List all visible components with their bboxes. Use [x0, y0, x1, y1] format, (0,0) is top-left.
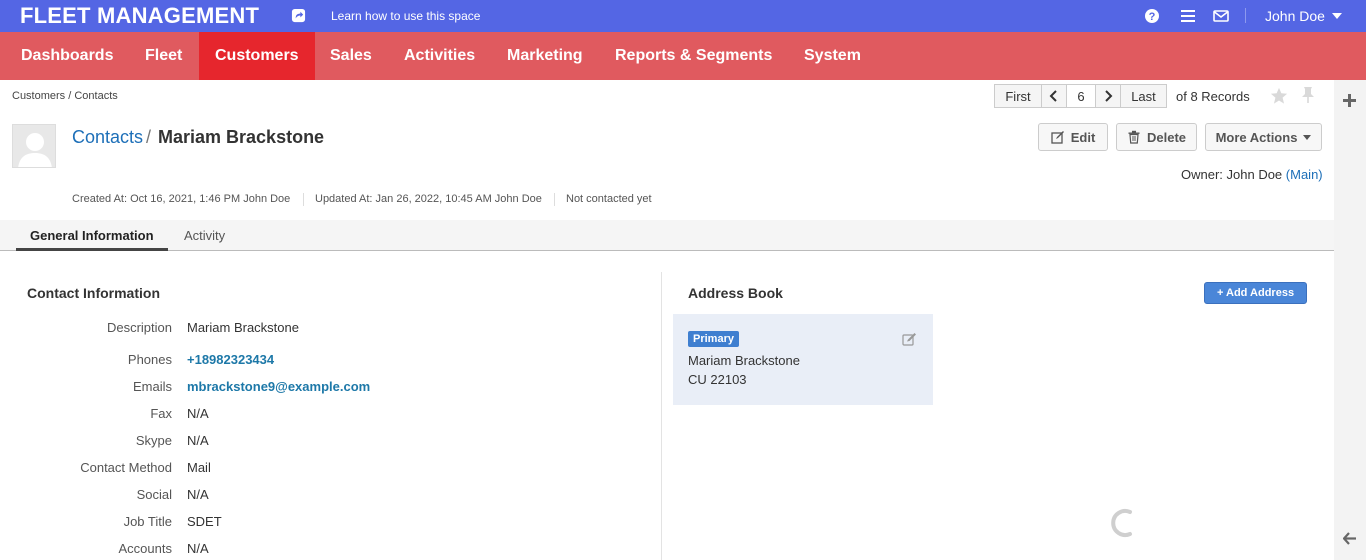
menu-item-marketing[interactable]: Marketing — [491, 32, 599, 80]
primary-badge: Primary — [688, 331, 739, 347]
menu-item-customers[interactable]: Customers — [199, 32, 315, 80]
contact-status: Not contacted yet — [566, 193, 652, 205]
address-line: CU 22103 — [688, 372, 747, 387]
arrow-left-icon[interactable] — [1343, 532, 1356, 545]
chevron-down-icon[interactable] — [1332, 13, 1342, 19]
contact-method-label: Contact Method — [80, 460, 172, 475]
description-label: Description — [106, 320, 172, 335]
accounts-value: N/A — [187, 541, 209, 556]
add-address-button[interactable]: + Add Address — [1204, 282, 1307, 304]
social-label: Social — [136, 487, 172, 502]
tab-bar: General Information Activity — [0, 220, 1334, 251]
column-divider — [661, 272, 662, 560]
delete-button-label: Delete — [1146, 129, 1187, 145]
menu-item-fleet[interactable]: Fleet — [129, 32, 198, 80]
menu-item-sales[interactable]: Sales — [314, 32, 388, 80]
records-count: of 8 Records — [1176, 89, 1250, 104]
job-title-label: Job Title — [123, 514, 172, 529]
top-bar: FLEET MANAGEMENT Learn how to use this s… — [0, 0, 1366, 32]
pager-next-button[interactable] — [1095, 84, 1121, 108]
pager-last-button[interactable]: Last — [1120, 84, 1167, 108]
social-value: N/A — [187, 487, 209, 502]
more-actions-button[interactable]: More Actions — [1205, 123, 1322, 151]
menu-item-dashboards[interactable]: Dashboards — [5, 32, 129, 80]
phone-link[interactable]: +18982323434 — [187, 352, 274, 367]
address-book-heading: Address Book — [688, 285, 783, 301]
phones-label: Phones — [127, 352, 172, 367]
edit-icon[interactable] — [902, 332, 917, 347]
trash-icon — [1128, 130, 1140, 144]
address-card: Primary Mariam Brackstone CU 22103 — [673, 314, 933, 405]
edit-icon — [1051, 131, 1064, 144]
chevron-left-icon — [1049, 90, 1057, 102]
skype-value: N/A — [187, 433, 209, 448]
edit-button-label: Edit — [1070, 129, 1096, 145]
owner-scope-link[interactable]: (Main) — [1286, 167, 1323, 182]
page-title: Mariam Brackstone — [158, 127, 325, 147]
loading-spinner-icon — [1111, 509, 1132, 537]
pin-icon[interactable] — [1301, 86, 1315, 104]
meta-divider — [554, 193, 555, 206]
star-icon[interactable] — [1270, 87, 1288, 105]
created-at: Created At: Oct 16, 2021, 1:46 PM John D… — [72, 193, 291, 205]
tab-general-information[interactable]: General Information — [16, 220, 168, 251]
accounts-label: Accounts — [118, 541, 172, 556]
owner-label: Owner: John Doe — [1181, 167, 1283, 182]
description-value: Mariam Brackstone — [187, 320, 299, 335]
avatar-placeholder-icon — [18, 133, 52, 167]
user-menu[interactable]: John Doe — [1265, 8, 1325, 24]
help-icon[interactable]: ? — [1144, 8, 1160, 24]
updated-at: Updated At: Jan 26, 2022, 10:45 AM John … — [315, 193, 542, 205]
emails-label: Emails — [132, 379, 172, 394]
avatar — [12, 124, 56, 168]
learn-link[interactable]: Learn how to use this space — [331, 9, 480, 23]
more-actions-label: More Actions — [1215, 129, 1298, 145]
pager-prev-button[interactable] — [1041, 84, 1067, 108]
pager-page-input[interactable]: 6 — [1066, 84, 1096, 108]
contact-information-heading: Contact Information — [27, 285, 160, 301]
breadcrumb[interactable]: Customers / Contacts — [12, 90, 118, 102]
plus-icon[interactable] — [1343, 94, 1356, 107]
meta-divider — [303, 193, 304, 206]
address-name: Mariam Brackstone — [688, 353, 800, 368]
tab-activity[interactable]: Activity — [170, 220, 239, 251]
contact-method-value: Mail — [187, 460, 211, 475]
contacts-link[interactable]: Contacts — [72, 127, 143, 148]
fax-label: Fax — [150, 406, 172, 421]
app-brand[interactable]: FLEET MANAGEMENT — [20, 3, 259, 29]
main-menu: Dashboards Fleet Customers Sales Activit… — [0, 32, 1366, 80]
title-separator: / — [146, 127, 152, 147]
mail-icon[interactable] — [1213, 8, 1229, 24]
email-link[interactable]: mbrackstone9@example.com — [187, 379, 370, 394]
chevron-down-icon — [1303, 134, 1312, 140]
menu-item-activities[interactable]: Activities — [388, 32, 491, 80]
topbar-divider — [1245, 8, 1246, 23]
menu-item-system[interactable]: System — [788, 32, 877, 80]
share-icon[interactable] — [291, 8, 306, 23]
chevron-right-icon — [1105, 90, 1113, 102]
edit-button[interactable]: Edit — [1038, 123, 1108, 151]
skype-label: Skype — [135, 433, 172, 448]
right-sidebar — [1334, 80, 1366, 560]
list-icon[interactable] — [1180, 8, 1196, 24]
delete-button[interactable]: Delete — [1116, 123, 1197, 151]
job-title-value: SDET — [187, 514, 222, 529]
owner-info: Owner: John Doe (Main) — [1181, 167, 1323, 182]
svg-text:?: ? — [1149, 11, 1156, 23]
fax-value: N/A — [187, 406, 209, 421]
pager-first-button[interactable]: First — [994, 84, 1042, 108]
menu-item-reports-segments[interactable]: Reports & Segments — [599, 32, 788, 80]
